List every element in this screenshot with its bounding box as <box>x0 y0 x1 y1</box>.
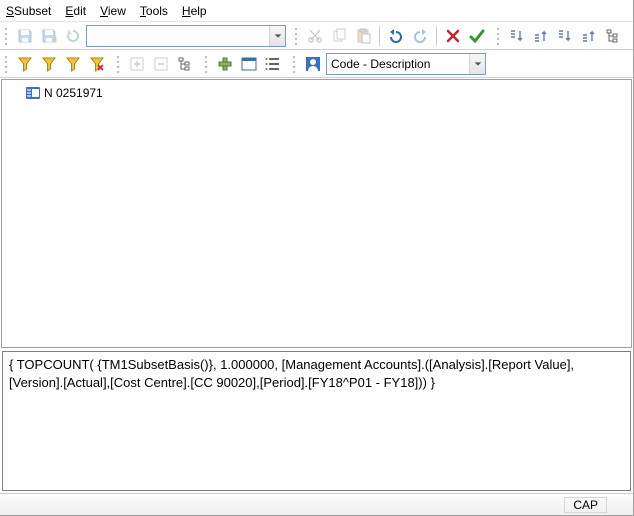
saveas-button[interactable] <box>38 25 60 47</box>
element-tree[interactable]: N 0251971 <box>1 79 632 348</box>
save-button[interactable] <box>14 25 36 47</box>
menu-edit[interactable]: Edit <box>65 4 86 18</box>
undo-button[interactable] <box>385 25 407 47</box>
toolbar-main <box>0 22 633 50</box>
toolbar-filters: Code - Description <box>0 50 633 78</box>
chevron-down-icon[interactable] <box>269 26 285 46</box>
expression-editor[interactable]: { TOPCOUNT( {TM1SubsetBasis()}, 1.000000… <box>2 351 631 491</box>
sort-index-asc-button[interactable] <box>554 25 576 47</box>
drilldown-button[interactable] <box>174 53 196 75</box>
toolbar-grip <box>204 54 210 74</box>
alias-combo-label: Code - Description <box>327 57 469 71</box>
filter-clear-button[interactable] <box>86 53 108 75</box>
expression-window-button[interactable] <box>238 53 260 75</box>
menu-bar: SSubsetSubset Edit View Tools Help <box>0 0 633 22</box>
separator <box>379 26 380 46</box>
toolbar-grip <box>292 54 298 74</box>
filter-wildcard-button[interactable] <box>62 53 84 75</box>
collapse-button[interactable] <box>150 53 172 75</box>
toolbar-grip <box>496 26 502 46</box>
delete-button[interactable] <box>442 25 464 47</box>
status-caps: CAP <box>564 497 607 513</box>
element-n-icon <box>26 87 40 99</box>
sort-index-desc-button[interactable] <box>578 25 600 47</box>
tree-item-label: N 0251971 <box>44 86 103 100</box>
menu-view[interactable]: View <box>100 4 126 18</box>
filter-subset-button[interactable] <box>38 53 60 75</box>
paste-button[interactable] <box>352 25 374 47</box>
redo-button[interactable] <box>409 25 431 47</box>
toolbar-grip <box>294 26 300 46</box>
chevron-down-icon[interactable] <box>469 54 485 74</box>
toolbar-grip <box>4 26 10 46</box>
menu-help[interactable]: Help <box>182 4 207 18</box>
menu-tools[interactable]: Tools <box>140 4 168 18</box>
sort-asc-button[interactable] <box>506 25 528 47</box>
tree-item[interactable]: N 0251971 <box>2 84 631 102</box>
reload-button[interactable] <box>62 25 84 47</box>
ok-check-button[interactable] <box>466 25 488 47</box>
separator <box>436 26 437 46</box>
element-security-button[interactable] <box>302 53 324 75</box>
copy-button[interactable] <box>328 25 350 47</box>
list-button[interactable] <box>262 53 284 75</box>
sort-desc-button[interactable] <box>530 25 552 47</box>
toolbar-grip <box>4 54 10 74</box>
cut-button[interactable] <box>304 25 326 47</box>
filter-button[interactable] <box>14 53 36 75</box>
alias-combo[interactable]: Code - Description <box>326 53 486 75</box>
subset-name-combo[interactable] <box>86 25 286 47</box>
sort-hierarchy-button[interactable] <box>602 25 624 47</box>
expand-button[interactable] <box>126 53 148 75</box>
menu-subset[interactable]: SSubsetSubset <box>6 4 51 18</box>
status-bar: CAP <box>0 493 633 515</box>
expression-text: { TOPCOUNT( {TM1SubsetBasis()}, 1.000000… <box>9 357 574 390</box>
toolbar-grip <box>116 54 122 74</box>
insert-parent-button[interactable] <box>214 53 236 75</box>
